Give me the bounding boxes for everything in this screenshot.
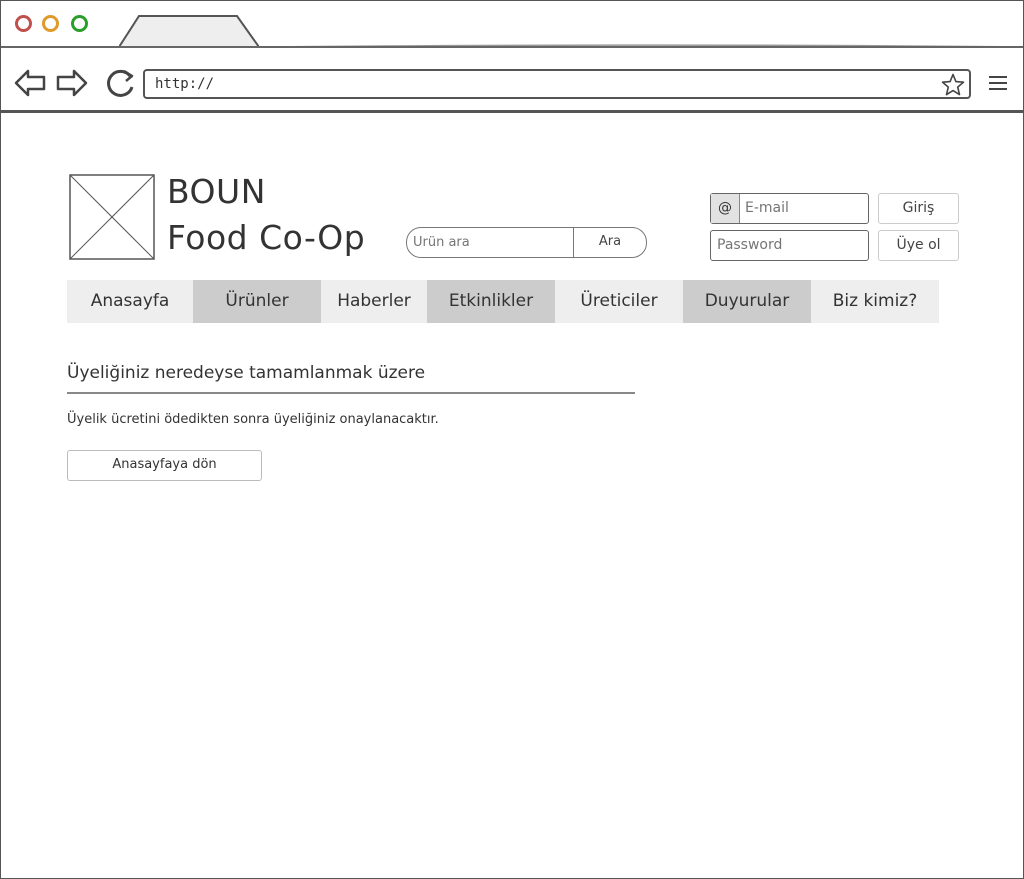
nav-item-announcements[interactable]: Duyurular	[683, 280, 811, 323]
browser-window: http:// BOUN Food Co-Op Ara @	[0, 0, 1024, 879]
signup-button[interactable]: Üye ol	[878, 230, 959, 261]
info-message: Üyelik ücretini ödedikten sonra üyeliğin…	[67, 412, 439, 427]
password-field-group	[710, 230, 869, 261]
nav-item-products[interactable]: Ürünler	[193, 280, 321, 323]
nav-item-about[interactable]: Biz kimiz?	[811, 280, 939, 323]
product-search: Ara	[406, 227, 647, 258]
address-bar[interactable]: http://	[143, 69, 971, 99]
nav-item-news[interactable]: Haberler	[321, 280, 427, 323]
reload-icon[interactable]	[104, 67, 138, 97]
password-field[interactable]	[715, 236, 867, 254]
brand-line-2: Food Co-Op	[167, 218, 366, 257]
title-bar	[1, 1, 1023, 48]
forward-arrow-icon[interactable]	[55, 68, 89, 98]
main-nav: Anasayfa Ürünler Haberler Etkinlikler Ür…	[67, 280, 960, 323]
url-text[interactable]: http://	[155, 76, 915, 92]
bookmark-star-icon[interactable]	[941, 73, 965, 97]
email-field-group: @	[710, 193, 869, 224]
browser-tab[interactable]	[119, 15, 259, 47]
logo-placeholder-image	[69, 174, 155, 260]
minimize-window-button[interactable]	[42, 15, 59, 32]
at-sign-icon: @	[711, 194, 740, 223]
hamburger-menu-icon[interactable]	[989, 76, 1007, 92]
browser-toolbar: http://	[1, 48, 1023, 110]
product-search-input[interactable]	[411, 234, 575, 251]
nav-item-events[interactable]: Etkinlikler	[427, 280, 555, 323]
search-button[interactable]: Ara	[574, 228, 646, 257]
back-to-home-button[interactable]: Anasayfaya dön	[67, 450, 262, 481]
brand-line-1: BOUN	[167, 172, 266, 211]
nav-item-producers[interactable]: Üreticiler	[555, 280, 683, 323]
login-button[interactable]: Giriş	[878, 193, 959, 224]
email-field[interactable]	[743, 199, 867, 217]
back-arrow-icon[interactable]	[13, 68, 47, 98]
maximize-window-button[interactable]	[71, 15, 88, 32]
toolbar-divider	[1, 110, 1023, 113]
site-brand: BOUN Food Co-Op	[167, 169, 365, 261]
page-title: Üyeliğiniz neredeyse tamamlanmak üzere	[67, 363, 635, 394]
close-window-button[interactable]	[15, 15, 32, 32]
nav-item-home[interactable]: Anasayfa	[67, 280, 193, 323]
